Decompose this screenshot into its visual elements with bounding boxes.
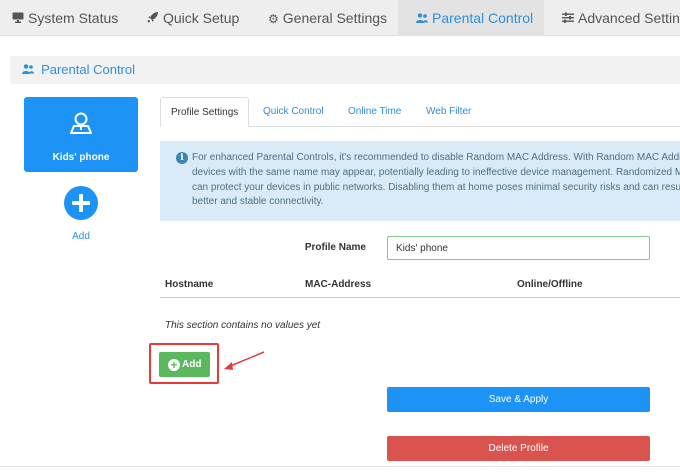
column-header-online-offline: Online/Offline	[517, 279, 583, 290]
rocket-icon	[147, 1, 159, 37]
delete-profile-button[interactable]: Delete Profile	[387, 436, 650, 461]
users-icon	[22, 64, 37, 77]
tab-quick-control[interactable]: Quick Control	[253, 97, 334, 127]
nav-system-status[interactable]: System Status	[12, 0, 118, 36]
section-title-wrap: Parental Control	[22, 62, 135, 77]
save-apply-button[interactable]: Save & Apply	[387, 387, 650, 412]
nav-advanced-settings[interactable]: Advanced Settings	[562, 0, 680, 36]
info-alert: i For enhanced Parental Controls, it's r…	[160, 141, 680, 221]
footer-divider	[0, 466, 680, 467]
profile-name-label: Kids' phone	[52, 152, 110, 163]
tab-web-filter[interactable]: Web Filter	[416, 97, 481, 127]
profile-name-input[interactable]	[387, 236, 650, 260]
table-header-divider	[160, 297, 680, 298]
monitor-icon	[12, 1, 24, 37]
section-header: Parental Control	[10, 56, 680, 84]
column-header-mac-address: MAC-Address	[305, 279, 372, 290]
plus-circle-icon: +	[168, 359, 180, 371]
top-nav: System Status Quick Setup ⚙ General Setti…	[0, 0, 680, 36]
pointer-arrow-icon	[224, 351, 265, 370]
nav-label: General Settings	[282, 10, 388, 26]
nav-label: Quick Setup	[163, 10, 240, 26]
tab-online-time[interactable]: Online Time	[338, 97, 411, 127]
table-empty-message: This section contains no values yet	[165, 320, 321, 331]
column-header-hostname: Hostname	[165, 279, 214, 290]
nav-label: System Status	[28, 10, 119, 26]
add-profile-label[interactable]: Add	[60, 231, 102, 242]
person-icon	[68, 110, 94, 136]
nav-label: Parental Control	[432, 10, 534, 26]
nav-parental-control[interactable]: Parental Control	[398, 0, 544, 36]
nav-quick-setup[interactable]: Quick Setup	[147, 0, 239, 36]
sliders-icon	[562, 1, 574, 37]
add-profile-button[interactable]	[64, 186, 98, 220]
profile-card-kids-phone[interactable]: Kids' phone	[24, 97, 138, 172]
info-icon: i	[176, 152, 188, 164]
add-device-button[interactable]: + Add	[159, 352, 210, 377]
gear-icon: ⚙	[268, 12, 279, 26]
add-device-label: Add	[182, 359, 202, 370]
tab-profile-settings[interactable]: Profile Settings	[160, 97, 250, 127]
nav-label: Advanced Settings	[578, 10, 680, 26]
profile-name-field-label: Profile Name	[304, 242, 366, 253]
info-text: For enhanced Parental Controls, it's rec…	[192, 152, 680, 208]
nav-general-settings[interactable]: ⚙ General Settings	[268, 0, 387, 36]
users-icon	[416, 1, 428, 37]
section-title: Parental Control	[41, 62, 136, 77]
